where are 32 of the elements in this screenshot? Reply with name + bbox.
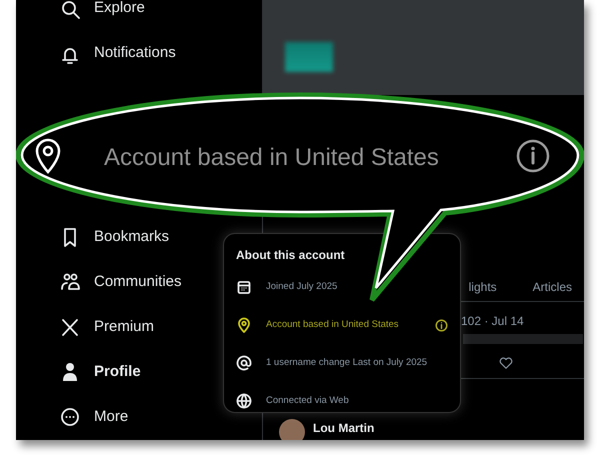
people-icon [60, 272, 80, 292]
location-pin-icon [34, 138, 62, 174]
photo-placeholder [285, 42, 333, 72]
info-row-text: 1 username change Last on July 2025 [266, 356, 428, 370]
globe-icon [236, 393, 252, 409]
search-icon [60, 0, 80, 19]
calendar-icon [236, 279, 252, 295]
x-logo-icon [60, 317, 80, 338]
person-icon [60, 362, 80, 382]
heart-icon[interactable] [499, 356, 513, 370]
nav-item[interactable]: Bookmarks [60, 214, 170, 260]
info-row-text: Joined July 2025 [266, 280, 338, 294]
profile-tab[interactable]: lights [468, 278, 497, 296]
info-row-text: Connected via Web [266, 394, 349, 408]
nav-item[interactable]: Notifications [60, 31, 176, 76]
post-meta: 102 · Jul 14 [461, 313, 524, 330]
author-name: Lou Martin [313, 420, 374, 437]
nav-item[interactable]: Premium [60, 304, 154, 350]
popup-title: About this account [236, 247, 346, 264]
nav-item[interactable]: More [60, 394, 128, 440]
avatar [279, 419, 305, 440]
nav-item[interactable]: Communities [60, 259, 182, 305]
more-icon [60, 407, 80, 428]
location-pin-icon [236, 317, 252, 333]
callout-text: Account based in United States [104, 143, 439, 173]
info-icon [516, 139, 550, 173]
profile-tab[interactable]: Articles [532, 278, 572, 296]
at-sign-icon [236, 355, 252, 371]
nav-item[interactable]: Explore [60, 0, 145, 32]
info-row-text: Account based in United States [266, 318, 399, 332]
nav-item[interactable]: Profile [60, 350, 141, 395]
info-icon[interactable] [435, 318, 448, 332]
